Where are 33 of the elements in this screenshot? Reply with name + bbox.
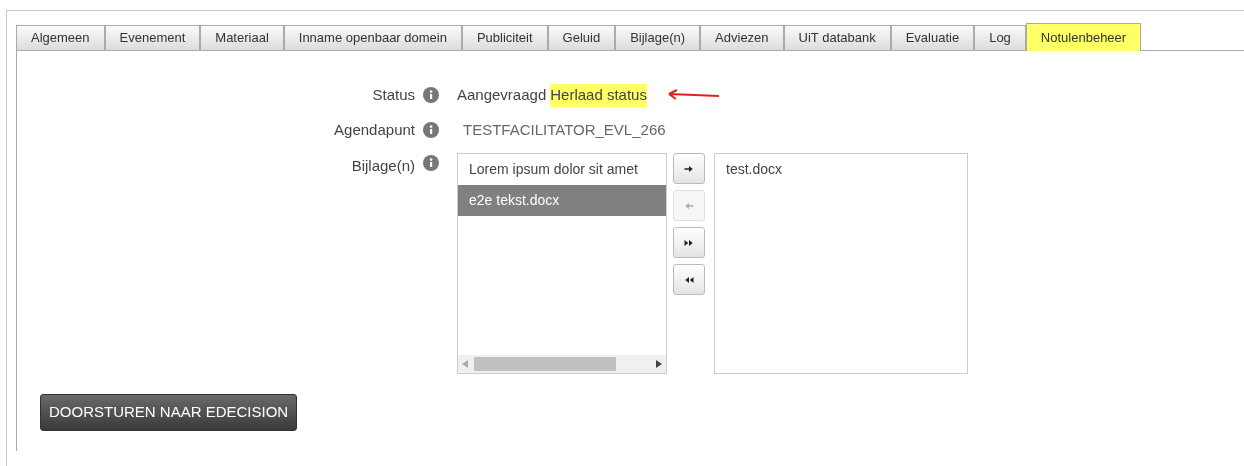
list-item[interactable]: test.docx bbox=[715, 154, 967, 185]
move-button[interactable] bbox=[673, 227, 705, 258]
tab[interactable]: Publiciteit bbox=[461, 25, 548, 51]
tab[interactable]: Evenement bbox=[104, 25, 201, 51]
info-icon bbox=[423, 87, 439, 104]
chosen-list[interactable]: test.docx bbox=[714, 153, 968, 374]
list-item[interactable]: e2e tekst.docx bbox=[458, 185, 666, 216]
tab[interactable]: Log bbox=[974, 25, 1026, 51]
forward-button[interactable]: DOORSTUREN NAAR EDECISION bbox=[40, 394, 298, 431]
scroll-left-icon[interactable] bbox=[462, 360, 468, 368]
agendapunt-value: TESTFACILITATOR_EVL_266 bbox=[463, 119, 666, 140]
horizontal-scrollbar[interactable] bbox=[458, 355, 666, 373]
field-label: Status bbox=[372, 85, 415, 105]
info-icon bbox=[423, 121, 439, 138]
tab[interactable]: Geluid bbox=[547, 25, 616, 51]
tab[interactable]: Materiaal bbox=[200, 25, 284, 51]
tab[interactable]: Notulenbeheer bbox=[1025, 23, 1142, 51]
status-value: Aangevraagd bbox=[457, 85, 547, 105]
list-item[interactable]: Lorem ipsum dolor sit amet bbox=[458, 154, 666, 185]
tab[interactable]: Adviezen bbox=[700, 25, 784, 51]
move-button[interactable] bbox=[673, 264, 705, 295]
tab[interactable]: Algemeen bbox=[16, 25, 105, 51]
tab[interactable]: UiT databank bbox=[783, 25, 891, 51]
field-label: Agendapunt bbox=[334, 119, 415, 140]
reload-status-link[interactable]: Herlaad status bbox=[550, 84, 647, 107]
move-button[interactable] bbox=[673, 153, 705, 184]
available-list[interactable]: Lorem ipsum dolor sit amet e2e tekst.docx bbox=[457, 153, 667, 374]
scroll-right-icon[interactable] bbox=[656, 360, 662, 368]
tab[interactable]: Evaluatie bbox=[890, 25, 975, 51]
tab[interactable]: Bijlage(n) bbox=[615, 25, 701, 51]
info-icon bbox=[423, 155, 439, 171]
field-label: Bijlage(n) bbox=[351, 156, 415, 176]
tab[interactable]: Inname openbaar domein bbox=[283, 25, 462, 51]
